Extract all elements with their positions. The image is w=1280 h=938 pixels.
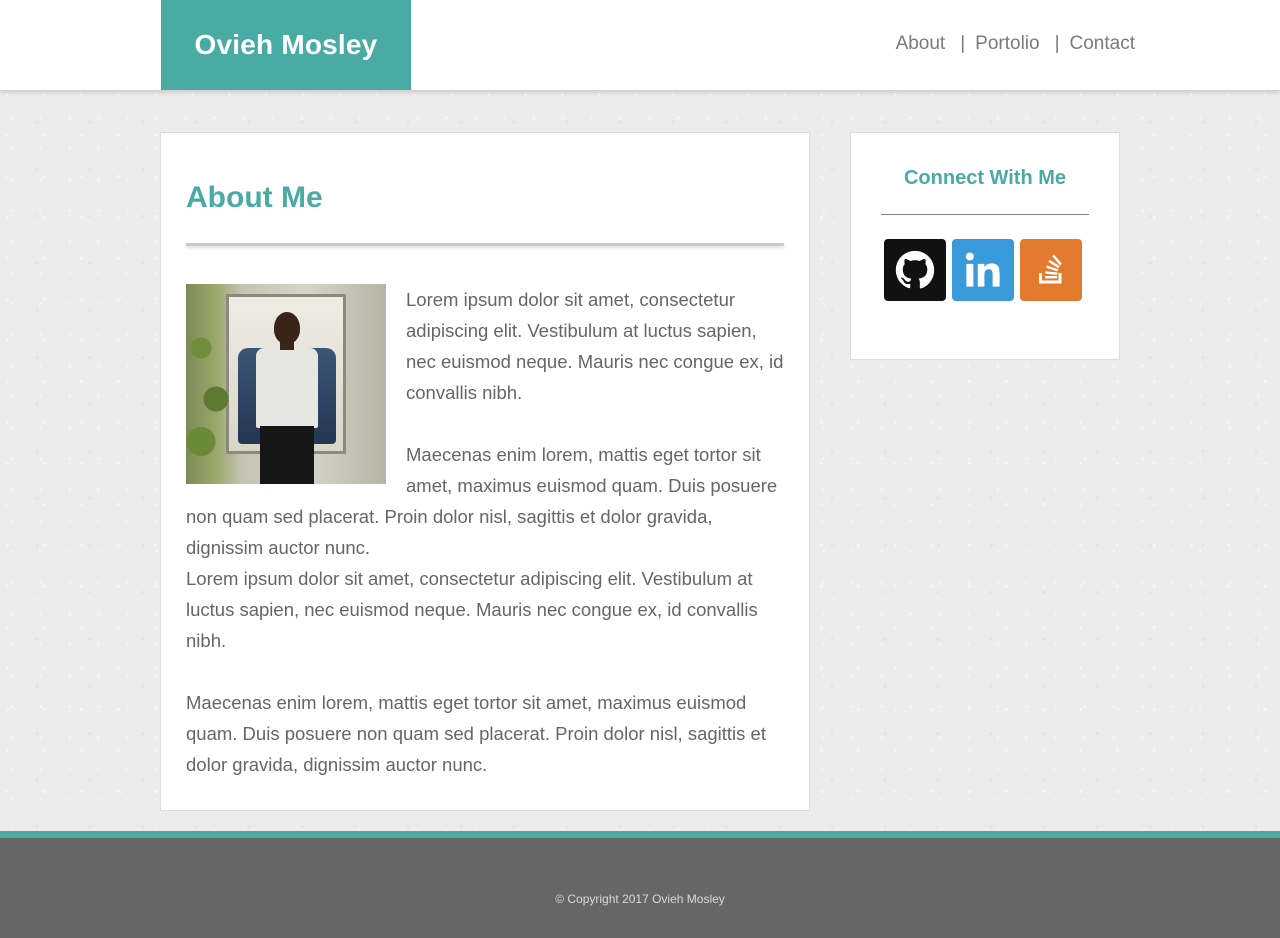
github-icon	[895, 250, 935, 289]
about-paragraph: Lorem ipsum dolor sit amet, consectetur …	[186, 568, 758, 651]
nav-link-contact[interactable]: Contact	[1070, 33, 1135, 55]
about-paragraph: Maecenas enim lorem, mattis eget tortor …	[186, 692, 766, 775]
stackoverflow-link[interactable]	[1020, 239, 1082, 301]
copyright-text: © Copyright 2017 Ovieh Mosley	[555, 892, 725, 906]
main-nav: About | Portolio | Contact	[896, 33, 1135, 55]
connect-divider	[881, 214, 1089, 215]
github-link[interactable]	[884, 239, 946, 301]
social-links	[884, 239, 1082, 301]
profile-photo	[186, 284, 386, 484]
nav-separator: |	[960, 33, 966, 54]
site-header: Ovieh Mosley About | Portolio | Contact	[0, 0, 1280, 91]
connect-card: Connect With Me	[850, 132, 1120, 360]
linkedin-icon	[965, 252, 1000, 287]
site-footer: © Copyright 2017 Ovieh Mosley	[0, 831, 1280, 938]
about-card: About Me Lorem ipsum dolor sit amet, con…	[160, 132, 810, 811]
nav-link-portfolio[interactable]: Portolio	[975, 33, 1039, 55]
page-title: About Me	[186, 181, 323, 214]
linkedin-link[interactable]	[952, 239, 1014, 301]
title-divider	[186, 243, 784, 246]
site-brand[interactable]: Ovieh Mosley	[161, 0, 411, 90]
connect-title: Connect With Me	[903, 167, 1067, 189]
nav-link-about[interactable]: About	[896, 33, 946, 55]
stackoverflow-icon	[1039, 254, 1062, 284]
about-content: Lorem ipsum dolor sit amet, consectetur …	[186, 284, 786, 780]
nav-separator: |	[1054, 33, 1060, 54]
